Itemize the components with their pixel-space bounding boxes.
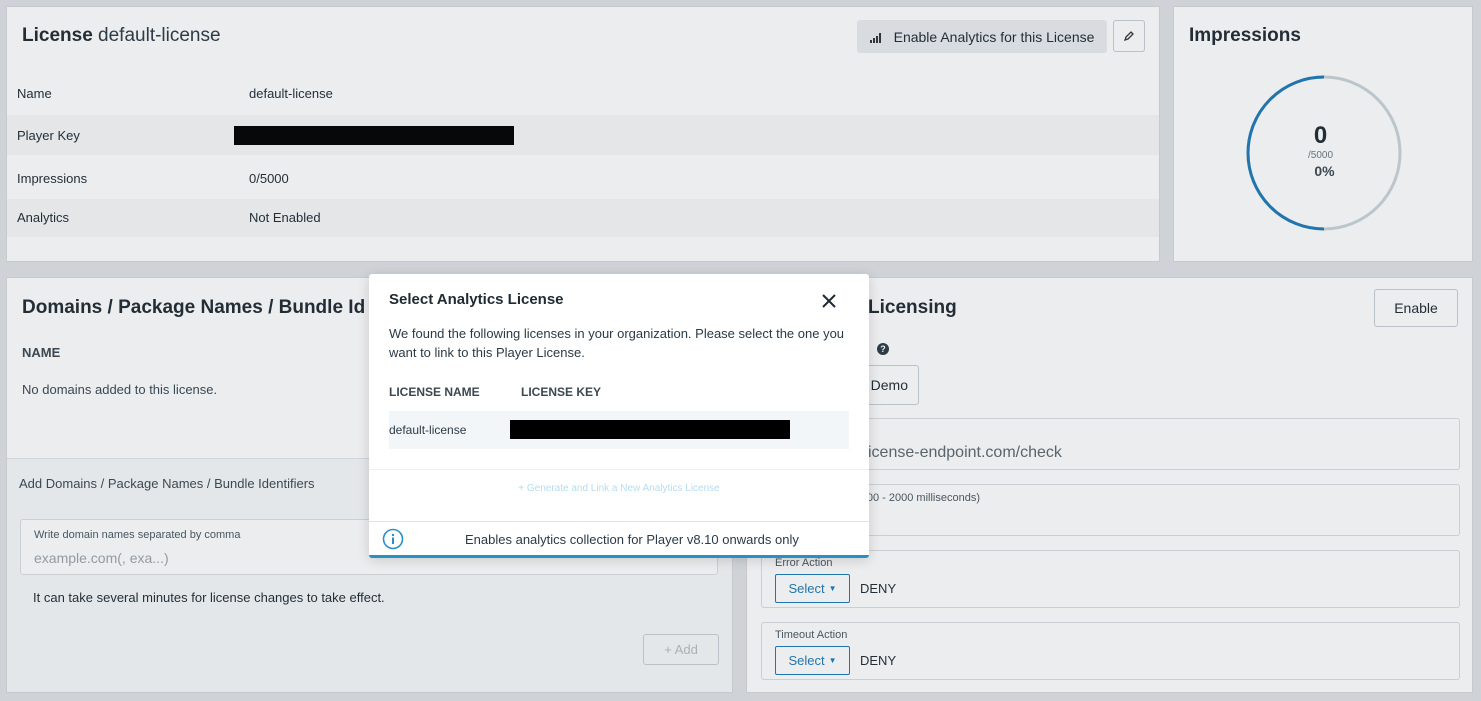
close-icon <box>822 294 836 308</box>
modal-divider <box>369 469 869 470</box>
generate-license-link[interactable]: + Generate and Link a New Analytics Lice… <box>369 483 869 494</box>
select-analytics-license-modal: Select Analytics License We found the fo… <box>369 274 869 558</box>
col-license-name: LICENSE NAME <box>389 385 480 399</box>
info-text: Enables analytics collection for Player … <box>465 532 799 547</box>
license-row[interactable]: default-license <box>389 411 849 449</box>
modal-info-bar: Enables analytics collection for Player … <box>369 521 869 555</box>
col-license-key: LICENSE KEY <box>521 385 602 399</box>
close-button[interactable] <box>821 293 841 313</box>
modal-title: Select Analytics License <box>389 291 564 308</box>
modal-description: We found the following licenses in your … <box>389 326 845 360</box>
license-row-name: default-license <box>389 423 467 437</box>
license-key-redacted <box>510 420 790 439</box>
info-icon <box>382 528 404 550</box>
